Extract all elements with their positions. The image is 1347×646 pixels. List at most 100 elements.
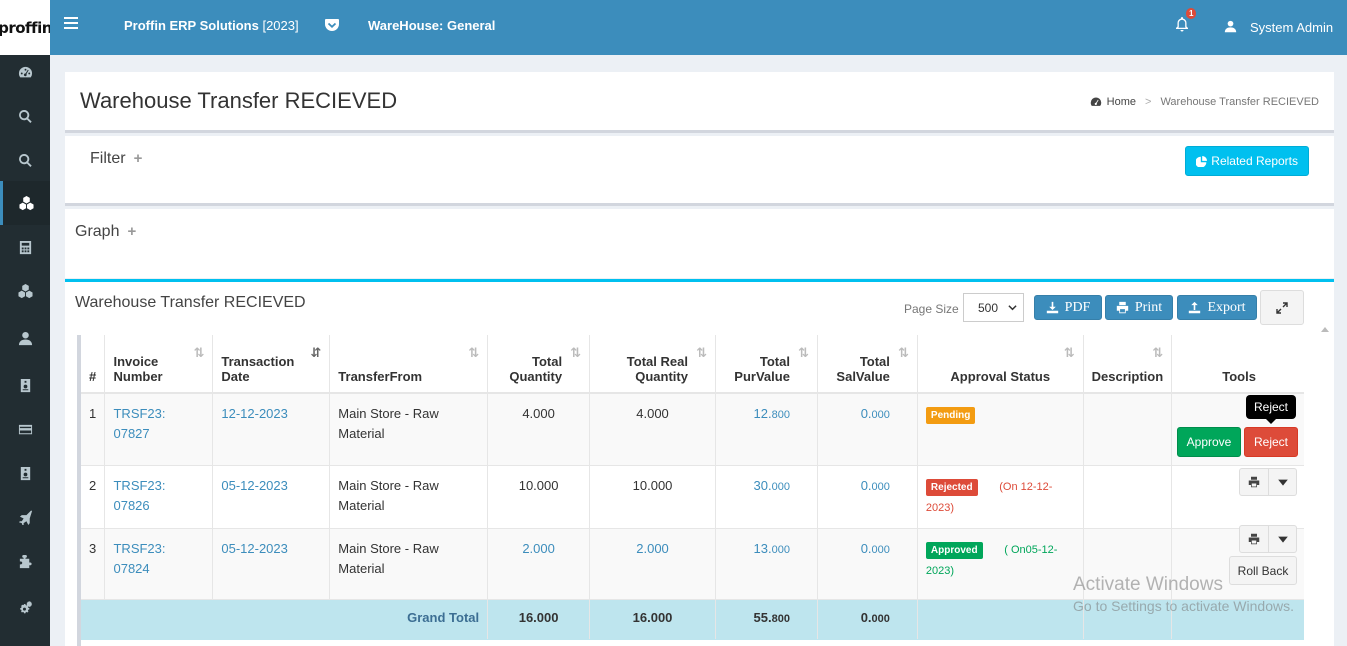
id-card-icon-2[interactable] [0,451,50,495]
warehouse-label[interactable]: WareHouse: General [368,18,495,33]
col-header-real-qty[interactable]: Total Real Quantity ⇅ [589,335,716,394]
puzzle-icon[interactable] [0,539,50,583]
expand-button[interactable] [1260,290,1304,325]
watermark-line1: Activate Windows [1073,574,1223,595]
id-card-icon[interactable] [0,363,50,407]
row-print-group [1239,525,1297,553]
calculator-icon[interactable] [0,225,50,269]
approve-button[interactable]: Approve [1177,427,1241,457]
total-real-quantity: 4.000 [589,393,716,466]
sort-icon[interactable]: ⇅ [570,345,581,361]
dashboard-icon [1090,97,1101,106]
invoice-link[interactable]: TRSF23: 07826 [113,478,165,513]
total-quantity: 10.000 [487,465,591,529]
pdf-button[interactable]: PDF [1034,295,1102,320]
graph-title[interactable]: Graph + [75,223,136,241]
col-header-from[interactable]: TransferFrom ⇅ [329,335,489,394]
pdf-label: PDF [1064,299,1091,315]
user-name[interactable]: System Admin [1250,20,1333,35]
col-header-qty[interactable]: Total Quantity ⇅ [487,335,591,394]
plus-icon[interactable]: + [134,150,143,167]
print-label: Print [1134,299,1163,315]
sort-desc-icon[interactable]: ⇵ [310,345,321,361]
search-icon-2[interactable] [0,138,50,182]
total-sal-value: 0.000 [817,465,918,529]
plane-icon[interactable] [0,495,50,539]
scroll-up-arrow-icon[interactable] [1321,327,1329,332]
sort-icon[interactable]: ⇅ [468,345,479,361]
invoice-link[interactable]: TRSF23: 07824 [113,541,165,576]
sort-icon[interactable]: ⇅ [898,345,909,361]
total-pur-value: 13.000 [715,528,818,600]
chevron-down-icon [1008,305,1017,311]
row-print-button[interactable] [1239,525,1269,553]
top-navbar: Proffin ERP Solutions [2023] WareHouse: … [50,0,1347,55]
status-badge: Rejected [925,478,978,496]
related-reports-button[interactable]: Related Reports [1185,146,1309,176]
sort-icon[interactable]: ⇅ [798,345,809,361]
grand-total-label: Grand Total [81,599,489,640]
row-print-button[interactable] [1239,468,1269,496]
watermark-line2: Go to Settings to activate Windows. [1073,598,1294,614]
date-link[interactable]: 05-12-2023 [221,478,288,493]
table-row: 1 TRSF23: 07827 12-12-2023 Main Store - … [81,393,1304,466]
cubes-icon[interactable] [0,181,50,225]
cogs-icon[interactable] [0,586,50,630]
hamburger-menu-icon[interactable] [64,17,78,29]
user-icon[interactable] [0,316,50,360]
upload-icon [1189,301,1201,314]
col-header-tools: Tools [1171,335,1304,394]
print-icon [1248,476,1260,488]
pocket-icon[interactable] [324,17,340,33]
caret-down-icon [1277,536,1288,543]
col-header-date[interactable]: Transaction Date ⇵ [212,335,331,394]
sidebar: proffin [0,0,52,646]
dashboard-icon[interactable] [0,50,50,94]
row-number: 2 [81,465,106,529]
page-size-select[interactable]: 500 [963,293,1024,322]
reject-button[interactable]: Reject [1244,427,1298,457]
approval-status: Rejected (On 12-12-2023) [917,465,1084,529]
app-title: Proffin ERP Solutions [2023] [124,18,299,33]
breadcrumb-home[interactable]: Home [1107,96,1136,108]
date-link[interactable]: 05-12-2023 [221,541,288,556]
logo[interactable]: proffin [0,0,52,55]
export-button[interactable]: Export [1177,295,1257,320]
col-header-pur-value[interactable]: Total PurValue ⇅ [715,335,818,394]
search-icon[interactable] [0,94,50,138]
print-icon [1116,301,1129,314]
table-title: Warehouse Transfer RECIEVED [75,294,306,311]
col-header-no: # [81,335,106,394]
description [1083,393,1173,466]
transfer-from: Main Store - Raw Material [329,393,489,466]
total-real-quantity: 2.000 [589,528,716,600]
cubes-icon-2[interactable] [0,269,50,313]
pie-chart-icon [1196,155,1208,167]
col-header-invoice[interactable]: Invoice Number ⇅ [104,335,214,394]
row-dropdown-button[interactable] [1269,525,1297,553]
credit-card-icon[interactable] [0,407,50,451]
grand-total-empty [917,599,1084,640]
date-link[interactable]: 12-12-2023 [221,406,288,421]
grand-total-pur: 55.800 [715,599,818,640]
col-header-description[interactable]: Description ⇅ [1083,335,1173,394]
filter-title[interactable]: Filter + [90,150,142,168]
plus-icon[interactable]: + [127,223,136,240]
print-button[interactable]: Print [1105,295,1173,320]
sort-icon[interactable]: ⇅ [1064,345,1075,361]
row-dropdown-button[interactable] [1269,468,1297,496]
col-header-sal-value[interactable]: Total SalValue ⇅ [817,335,918,394]
user-avatar-icon[interactable] [1224,20,1237,33]
col-header-status[interactable]: Approval Status ⇅ [917,335,1084,394]
notification-badge: 1 [1186,8,1197,19]
page-size-value: 500 [978,300,999,315]
sort-icon[interactable]: ⇅ [1152,345,1163,361]
breadcrumb-separator: > [1145,96,1152,108]
sort-icon[interactable]: ⇅ [193,345,204,361]
invoice-link[interactable]: TRSF23: 07827 [113,406,165,441]
bell-icon[interactable] [1174,16,1190,32]
row-number: 1 [81,393,106,466]
graph-label: Graph [75,223,120,240]
graph-panel: Graph + [65,209,1334,278]
sort-icon[interactable]: ⇅ [696,345,707,361]
